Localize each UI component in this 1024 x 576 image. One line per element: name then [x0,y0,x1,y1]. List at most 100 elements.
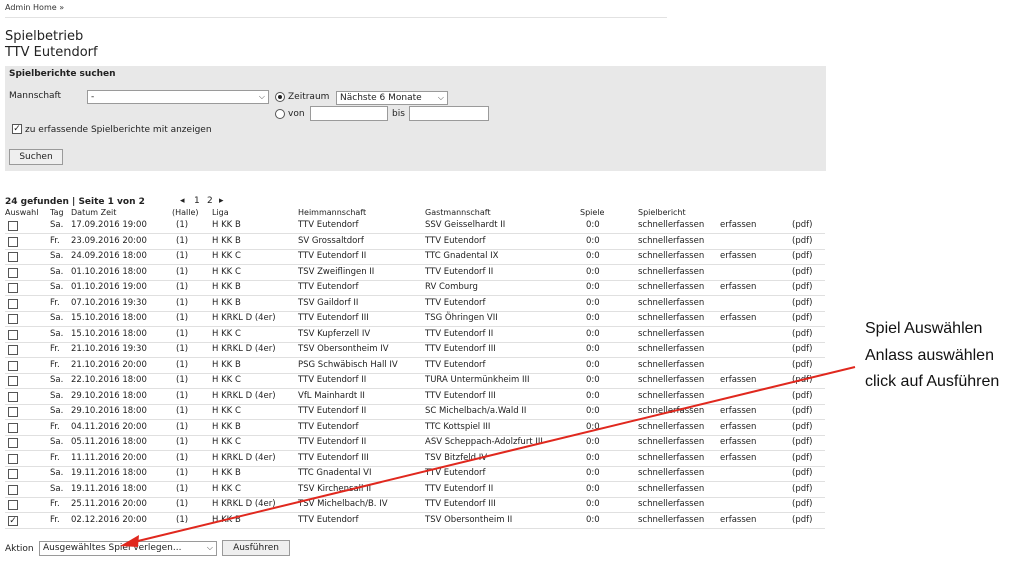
enter-link[interactable]: erfassen [720,422,756,432]
pdf-link[interactable]: (pdf) [792,375,812,385]
pdf-link[interactable]: (pdf) [792,360,812,370]
cell-games: 0:0 [586,328,600,339]
fast-entry-link[interactable]: schnellerfassen [638,220,704,230]
row-select-checkbox[interactable] [8,329,18,340]
pdf-link[interactable]: (pdf) [792,267,812,277]
row-select-checkbox[interactable] [8,283,18,293]
execute-button[interactable]: Ausführen [222,540,290,556]
pdf-link[interactable]: (pdf) [792,484,812,494]
row-select-checkbox[interactable] [8,314,18,324]
period-select[interactable]: Nächste 6 Monate ⌵ [336,91,448,105]
pdf-link[interactable]: (pdf) [792,515,812,525]
enter-link[interactable]: erfassen [720,375,756,385]
enter-link[interactable]: erfassen [720,406,756,416]
fast-entry-link[interactable]: schnellerfassen [638,484,704,494]
row-select-checkbox[interactable] [8,453,18,464]
pdf-link[interactable]: (pdf) [792,453,812,463]
fast-entry-link[interactable]: schnellerfassen [638,329,704,339]
row-select-checkbox[interactable] [8,484,18,495]
fast-entry-link[interactable]: schnellerfassen [638,375,704,385]
page-subtitle: TTV Eutendorf [5,45,98,60]
pdf-link[interactable]: (pdf) [792,298,812,308]
row-select-checkbox[interactable] [8,345,18,355]
cell-hall: (1) [176,390,189,401]
cell-datetime: 24.09.2016 18:00 [71,251,147,261]
enter-link[interactable]: erfassen [720,313,756,323]
pdf-link[interactable]: (pdf) [792,437,812,447]
cell-away: TTV Eutendorf III [425,390,496,401]
team-select[interactable]: - ⌵ [87,90,269,104]
to-date-input[interactable] [409,106,489,121]
period-radio[interactable] [275,92,285,102]
row-select-checkbox[interactable] [8,221,18,231]
enter-link[interactable]: erfassen [720,220,756,230]
cell-hall: (1) [176,359,189,370]
cell-games: 0:0 [586,514,600,525]
search-button[interactable]: Suchen [9,149,63,165]
row-select-checkbox[interactable] [8,469,18,479]
enter-link[interactable]: erfassen [720,437,756,447]
row-select-checkbox[interactable] [8,252,18,262]
row-select-checkbox[interactable] [8,422,18,433]
page-link-2[interactable]: 2 [207,196,213,206]
fast-entry-link[interactable]: schnellerfassen [638,282,704,292]
cell-league: H KK C [212,328,241,339]
row-select-checkbox[interactable] [8,407,18,417]
fast-entry-link[interactable]: schnellerfassen [638,422,704,432]
pdf-link[interactable]: (pdf) [792,422,812,432]
row-select-checkbox[interactable] [8,298,18,309]
pdf-link[interactable]: (pdf) [792,468,812,478]
row-select-checkbox[interactable] [8,267,18,278]
row-select-checkbox[interactable] [8,391,18,402]
cell-home: TTV Eutendorf III [298,452,369,463]
table-row: ✓ Fr. 02.12.2016 20:00 (1) H KK B TTV Eutendo… [5,514,825,529]
pdf-link[interactable]: (pdf) [792,220,812,230]
action-select[interactable]: Ausgewähltes Spiel verlegen... ⌵ [39,541,217,556]
fast-entry-link[interactable]: schnellerfassen [638,298,704,308]
annotation-step-3: click auf Ausführen [865,373,1000,390]
fast-entry-link[interactable]: schnellerfassen [638,360,704,370]
row-select-checkbox[interactable] [8,500,18,510]
fast-entry-link[interactable]: schnellerfassen [638,236,704,246]
include-pending-checkbox[interactable]: ✓ [12,124,22,134]
fast-entry-link[interactable]: schnellerfassen [638,391,704,401]
from-date-input[interactable] [310,106,388,121]
row-select-checkbox[interactable] [8,438,18,448]
pdf-link[interactable]: (pdf) [792,329,812,339]
pdf-link[interactable]: (pdf) [792,406,812,416]
cell-games: 0:0 [586,406,600,416]
row-select-checkbox[interactable] [8,376,18,386]
fast-entry-link[interactable]: schnellerfassen [638,499,704,509]
enter-link[interactable]: erfassen [720,453,756,463]
fast-entry-link[interactable]: schnellerfassen [638,468,704,478]
fast-entry-link[interactable]: schnellerfassen [638,406,704,416]
fast-entry-link[interactable]: schnellerfassen [638,344,704,354]
row-select-checkbox[interactable]: ✓ [8,515,18,526]
fast-entry-link[interactable]: schnellerfassen [638,267,704,277]
breadcrumb[interactable]: Admin Home » [5,3,64,12]
pdf-link[interactable]: (pdf) [792,282,812,292]
cell-home: TTV Eutendorf II [298,406,367,416]
row-select-checkbox[interactable] [8,236,18,247]
fast-entry-link[interactable]: schnellerfassen [638,251,704,261]
fast-entry-link[interactable]: schnellerfassen [638,453,704,463]
cell-home: SV Grossaltdorf [298,235,364,246]
fast-entry-link[interactable]: schnellerfassen [638,515,704,525]
row-select-checkbox[interactable] [8,360,18,371]
prev-page-icon[interactable]: ◂ [180,196,185,206]
pdf-link[interactable]: (pdf) [792,313,812,323]
enter-link[interactable]: erfassen [720,251,756,261]
fast-entry-link[interactable]: schnellerfassen [638,313,704,323]
pdf-link[interactable]: (pdf) [792,236,812,246]
enter-link[interactable]: erfassen [720,515,756,525]
pdf-link[interactable]: (pdf) [792,391,812,401]
cell-home: TTV Eutendorf II [298,437,367,447]
pdf-link[interactable]: (pdf) [792,499,812,509]
enter-link[interactable]: erfassen [720,282,756,292]
range-radio[interactable] [275,109,285,119]
page-link-1[interactable]: 1 [194,196,200,206]
pdf-link[interactable]: (pdf) [792,344,812,354]
fast-entry-link[interactable]: schnellerfassen [638,437,704,447]
pdf-link[interactable]: (pdf) [792,251,812,261]
next-page-icon[interactable]: ▸ [219,196,224,206]
